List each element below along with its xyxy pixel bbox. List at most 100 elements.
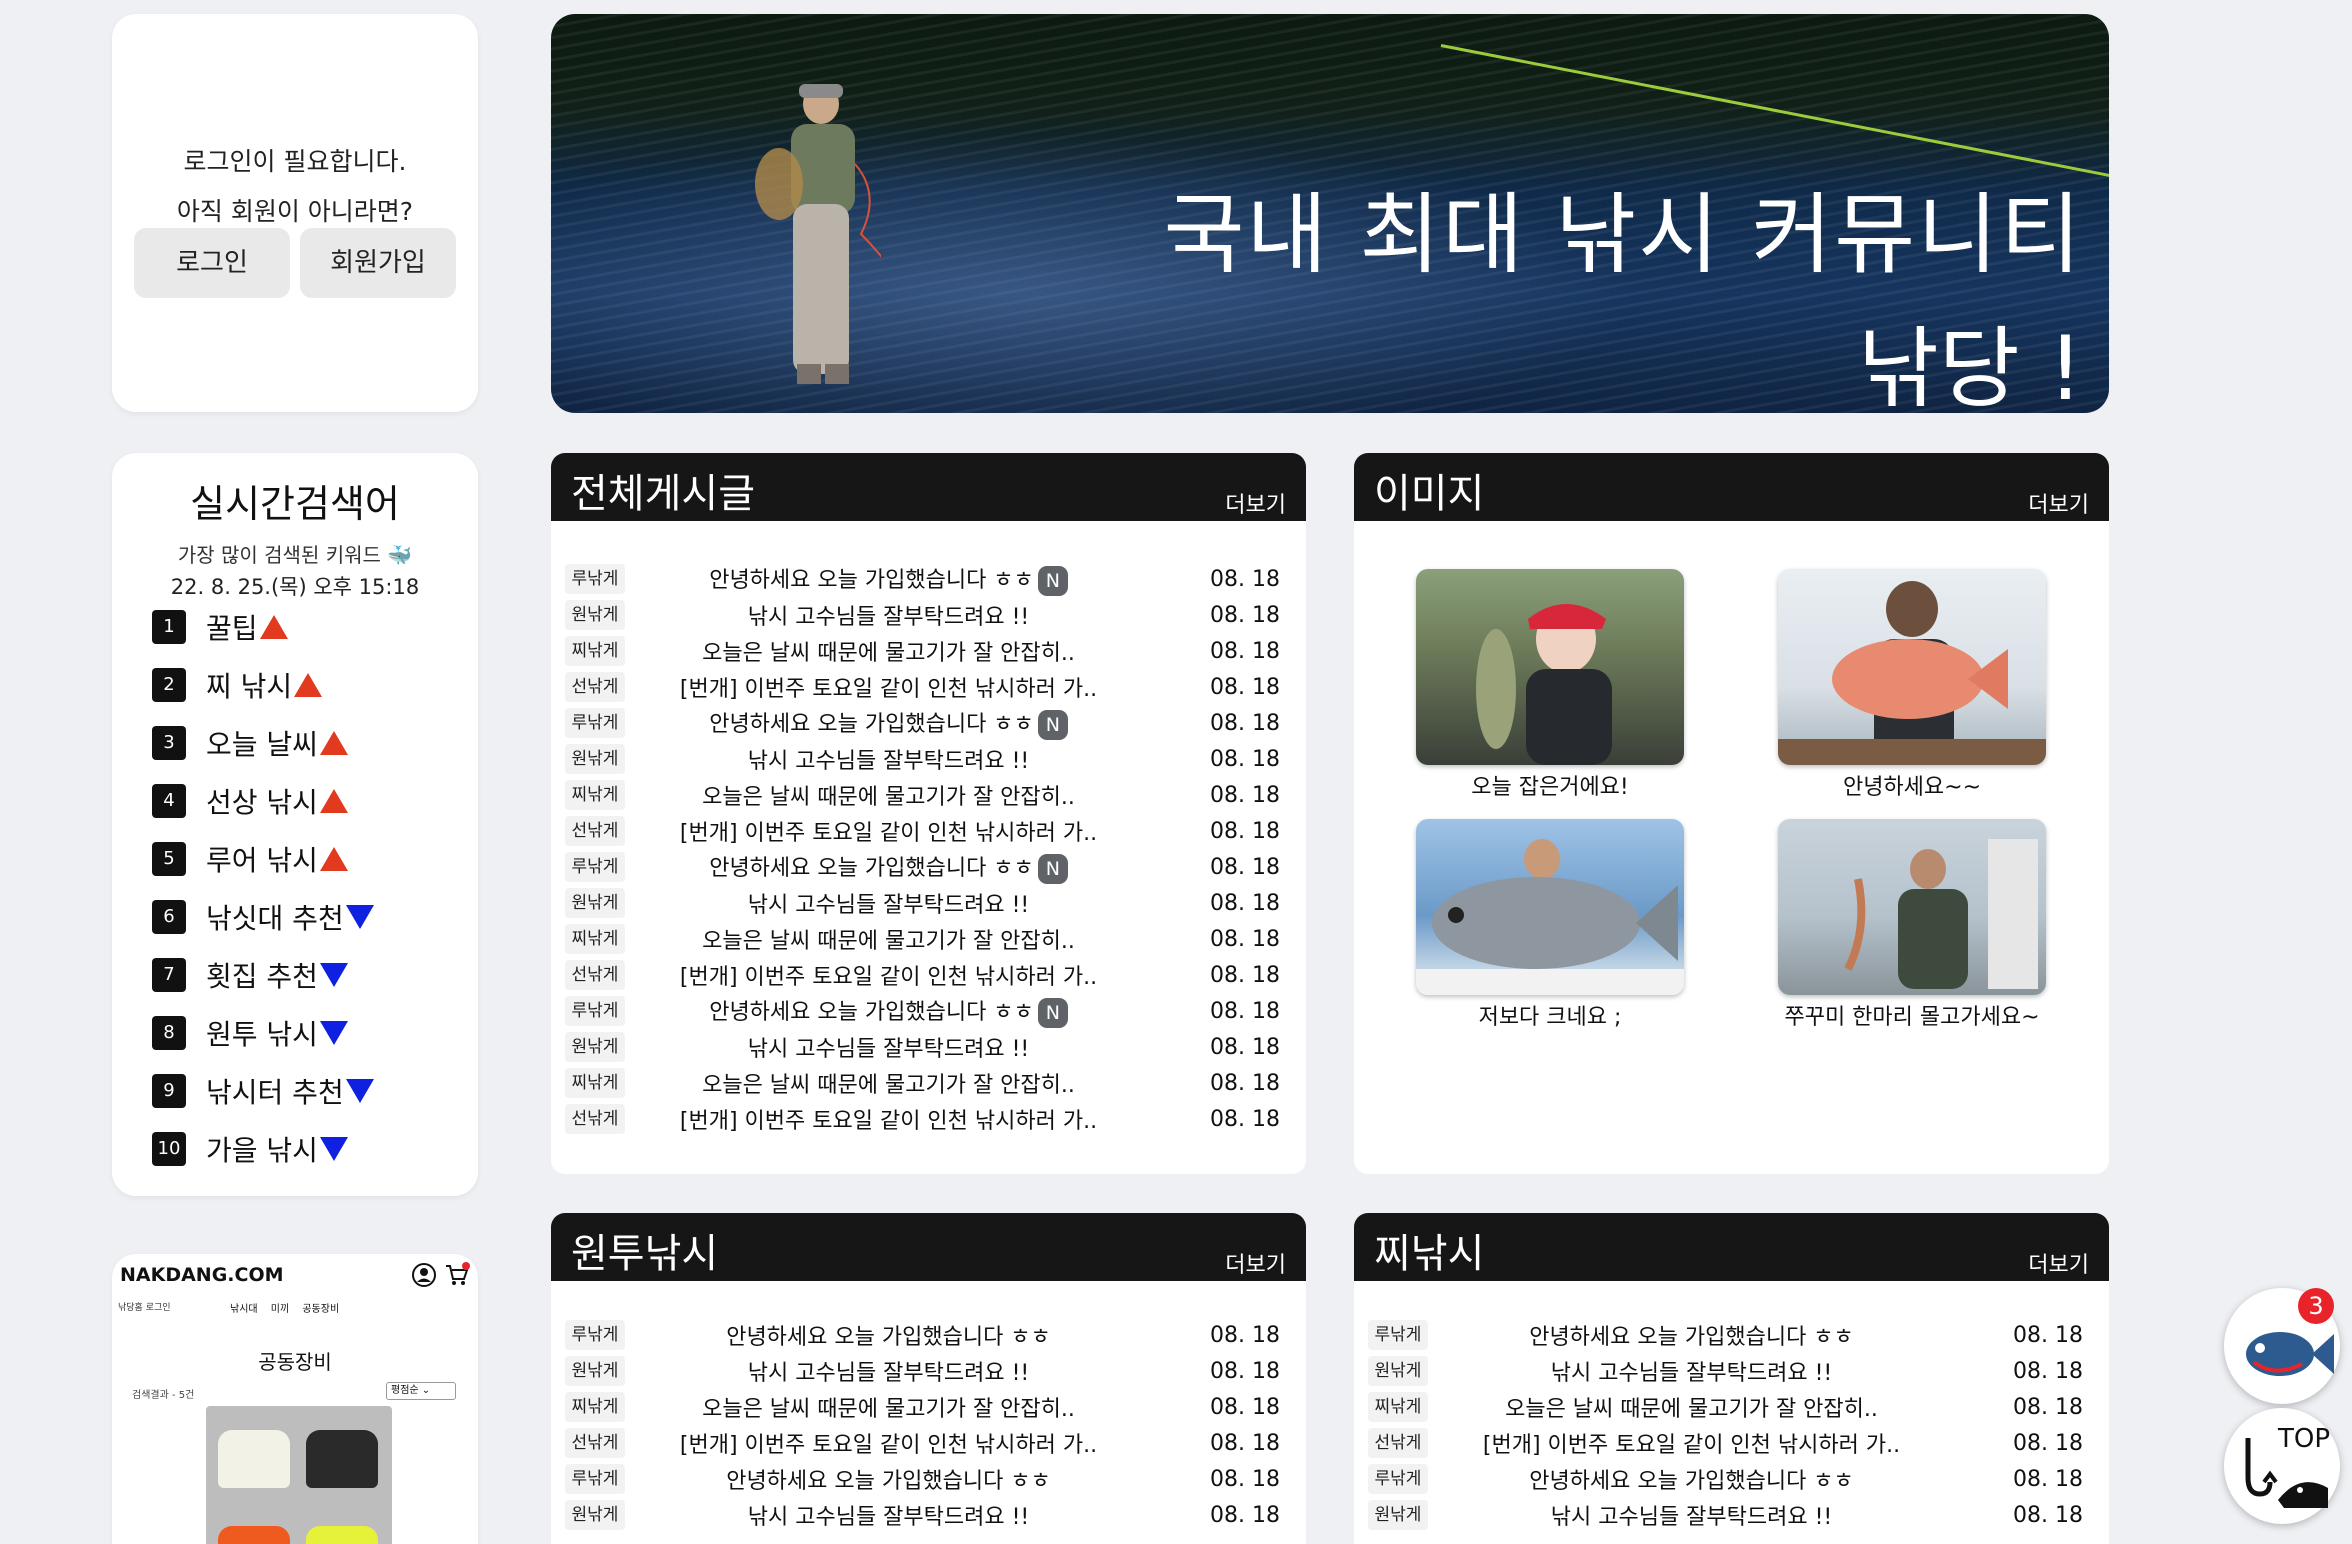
post-category: 찌낚게 bbox=[565, 636, 625, 666]
post-title: [번개] 이번주 토요일 같이 인천 낚시하러 가.. bbox=[679, 821, 1098, 846]
ranking-item[interactable]: 9 낚시터 추천 bbox=[152, 1071, 374, 1111]
board-header: 원투낚시 더보기 bbox=[551, 1213, 1306, 1281]
image-thumb-2[interactable] bbox=[1778, 569, 2046, 765]
post-title: 오늘은 날씨 때문에 물고기가 잘 안잡히.. bbox=[1505, 1397, 1878, 1422]
post-category: 선낚게 bbox=[1368, 1428, 1428, 1458]
post-row[interactable]: 원낚게 낚시 고수님들 잘부탁드려요 !! 08. 18 bbox=[565, 741, 1292, 777]
post-row[interactable]: 원낚게 낚시 고수님들 잘부탁드려요 !! 08. 18 bbox=[1368, 1497, 2095, 1533]
board-wontu-fishing: 원투낚시 더보기 루낚게 안녕하세요 오늘 가입했습니다 ㅎㅎ 08. 18 원낚게 낚… bbox=[551, 1213, 1306, 1544]
post-row[interactable]: 원낚게 낚시 고수님들 잘부탁드려요 !! 08. 18 bbox=[565, 1029, 1292, 1065]
signup-button[interactable]: 회원가입 bbox=[300, 228, 456, 298]
scroll-top-button[interactable]: TOP bbox=[2224, 1408, 2340, 1524]
post-date: 08. 18 bbox=[2013, 1430, 2083, 1456]
post-row[interactable]: 루낚게 안녕하세요 오늘 가입했습니다 ㅎㅎ 08. 18 bbox=[565, 1317, 1292, 1353]
post-title-wrap: 안녕하세요 오늘 가입했습니다 ㅎㅎ bbox=[625, 1463, 1192, 1495]
post-title-wrap: 안녕하세요 오늘 가입했습니다 ㅎㅎ N bbox=[625, 706, 1192, 740]
post-row[interactable]: 원낚게 낚시 고수님들 잘부탁드려요 !! 08. 18 bbox=[565, 1497, 1292, 1533]
post-row[interactable]: 루낚게 안녕하세요 오늘 가입했습니다 ㅎㅎ 08. 18 bbox=[565, 1461, 1292, 1497]
post-title-wrap: 낚시 고수님들 잘부탁드려요 !! bbox=[625, 743, 1192, 775]
shop-preview[interactable]: NAKDANG.COM 낚당홈 로그인 낚시대 미끼 공동장비 공동장비 검색결… bbox=[112, 1254, 478, 1544]
post-row[interactable]: 선낚게 [번개] 이번주 토요일 같이 인천 낚시하러 가.. 08. 18 bbox=[1368, 1425, 2095, 1461]
post-row[interactable]: 선낚게 [번개] 이번주 토요일 같이 인천 낚시하러 가.. 08. 18 bbox=[565, 957, 1292, 993]
post-date: 08. 18 bbox=[1210, 602, 1280, 628]
trend-up-icon bbox=[319, 731, 348, 755]
post-row[interactable]: 루낚게 안녕하세요 오늘 가입했습니다 ㅎㅎ N 08. 18 bbox=[565, 849, 1292, 885]
post-date: 08. 18 bbox=[1210, 1358, 1280, 1384]
post-title: 낚시 고수님들 잘부탁드려요 !! bbox=[747, 893, 1030, 918]
post-row[interactable]: 선낚게 [번개] 이번주 토요일 같이 인천 낚시하러 가.. 08. 18 bbox=[565, 669, 1292, 705]
post-row[interactable]: 원낚게 낚시 고수님들 잘부탁드려요 !! 08. 18 bbox=[565, 1353, 1292, 1389]
post-row[interactable]: 선낚게 [번개] 이번주 토요일 같이 인천 낚시하러 가.. 08. 18 bbox=[565, 813, 1292, 849]
post-row[interactable]: 원낚게 낚시 고수님들 잘부탁드려요 !! 08. 18 bbox=[1368, 1353, 2095, 1389]
ranking-item[interactable]: 4 선상 낚시 bbox=[152, 781, 348, 821]
cart-fab[interactable]: 3 bbox=[2224, 1288, 2340, 1404]
post-date: 08. 18 bbox=[2013, 1502, 2083, 1528]
post-row[interactable]: 루낚게 안녕하세요 오늘 가입했습니다 ㅎㅎ N 08. 18 bbox=[565, 705, 1292, 741]
post-title: 안녕하세요 오늘 가입했습니다 ㅎㅎ bbox=[726, 1325, 1051, 1350]
signup-prompt-text: 아직 회원이 아니라면? bbox=[176, 197, 414, 226]
post-row[interactable]: 찌낚게 오늘은 날씨 때문에 물고기가 잘 안잡히.. 08. 18 bbox=[565, 777, 1292, 813]
rank-number: 4 bbox=[152, 784, 186, 818]
post-category: 찌낚게 bbox=[565, 1068, 625, 1098]
post-row[interactable]: 찌낚게 오늘은 날씨 때문에 물고기가 잘 안잡히.. 08. 18 bbox=[565, 921, 1292, 957]
login-button[interactable]: 로그인 bbox=[134, 228, 290, 298]
image-caption-2: 안녕하세요~~ bbox=[1842, 775, 1982, 800]
ranking-item[interactable]: 3 오늘 날씨 bbox=[152, 723, 348, 763]
preview-sort-select: 평점순 ⌄ bbox=[386, 1382, 456, 1400]
post-title: [번개] 이번주 토요일 같이 인천 낚시하러 가.. bbox=[679, 677, 1098, 702]
post-title-wrap: 낚시 고수님들 잘부탁드려요 !! bbox=[625, 599, 1192, 631]
trend-up-icon bbox=[319, 789, 348, 813]
more-link[interactable]: 더보기 bbox=[1225, 1247, 1286, 1279]
image-thumb-3[interactable] bbox=[1416, 819, 1684, 995]
image-thumb-4[interactable] bbox=[1778, 819, 2046, 995]
post-category: 원낚게 bbox=[565, 1500, 625, 1530]
more-link[interactable]: 더보기 bbox=[2028, 1247, 2089, 1279]
new-badge: N bbox=[1037, 566, 1068, 596]
ranking-item[interactable]: 1 꿀팁 bbox=[152, 607, 288, 647]
ranking-item[interactable]: 10 가을 낚시 bbox=[152, 1129, 348, 1169]
board-images: 이미지 더보기 오늘 잡은거에요! 안녕하세요~~ 저보다 크네요 ; 쭈꾸미 … bbox=[1354, 453, 2109, 1174]
post-row[interactable]: 루낚게 안녕하세요 오늘 가입했습니다 ㅎㅎ 08. 18 bbox=[1368, 1317, 2095, 1353]
post-title: 낚시 고수님들 잘부탁드려요 !! bbox=[1550, 1361, 1833, 1386]
ranking-item[interactable]: 7 횟집 추천 bbox=[152, 955, 348, 995]
post-row[interactable]: 찌낚게 오늘은 날씨 때문에 물고기가 잘 안잡히.. 08. 18 bbox=[565, 1065, 1292, 1101]
trend-up-icon bbox=[294, 673, 323, 697]
trend-down-icon bbox=[319, 1137, 348, 1161]
post-row[interactable]: 루낚게 안녕하세요 오늘 가입했습니다 ㅎㅎ N 08. 18 bbox=[565, 561, 1292, 597]
ranking-item[interactable]: 5 루어 낚시 bbox=[152, 839, 348, 879]
image-caption-3: 저보다 크네요 ; bbox=[1478, 1005, 1622, 1030]
preview-page-title: 공동장비 bbox=[258, 1350, 332, 1374]
post-row[interactable]: 루낚게 안녕하세요 오늘 가입했습니다 ㅎㅎ N 08. 18 bbox=[565, 993, 1292, 1029]
post-title: 안녕하세요 오늘 가입했습니다 ㅎㅎ bbox=[709, 856, 1034, 881]
post-row[interactable]: 원낚게 낚시 고수님들 잘부탁드려요 !! 08. 18 bbox=[565, 885, 1292, 921]
photo-man-with-octopus bbox=[1844, 839, 2038, 989]
ranking-item[interactable]: 2 찌 낚시 bbox=[152, 665, 323, 705]
post-title-wrap: 오늘은 날씨 때문에 물고기가 잘 안잡히.. bbox=[1428, 1391, 1995, 1423]
ranking-item[interactable]: 6 낚싯대 추천 bbox=[152, 897, 374, 937]
post-category: 선낚게 bbox=[565, 672, 625, 702]
more-link[interactable]: 더보기 bbox=[2028, 487, 2089, 519]
ranking-item[interactable]: 8 원투 낚시 bbox=[152, 1013, 348, 1053]
post-title-wrap: [번개] 이번주 토요일 같이 인천 낚시하러 가.. bbox=[625, 815, 1192, 847]
post-date: 08. 18 bbox=[1210, 818, 1280, 844]
post-row[interactable]: 선낚게 [번개] 이번주 토요일 같이 인천 낚시하러 가.. 08. 18 bbox=[565, 1425, 1292, 1461]
post-row[interactable]: 찌낚게 오늘은 날씨 때문에 물고기가 잘 안잡히.. 08. 18 bbox=[565, 1389, 1292, 1425]
more-link[interactable]: 더보기 bbox=[1225, 487, 1286, 519]
post-title: 오늘은 날씨 때문에 물고기가 잘 안잡히.. bbox=[702, 785, 1075, 810]
post-date: 08. 18 bbox=[1210, 1466, 1280, 1492]
post-row[interactable]: 루낚게 안녕하세요 오늘 가입했습니다 ㅎㅎ 08. 18 bbox=[1368, 1461, 2095, 1497]
post-row[interactable]: 찌낚게 오늘은 날씨 때문에 물고기가 잘 안잡히.. 08. 18 bbox=[1368, 1389, 2095, 1425]
post-date: 08. 18 bbox=[1210, 566, 1280, 592]
image-thumb-1[interactable] bbox=[1416, 569, 1684, 765]
post-category: 루낚게 bbox=[1368, 1464, 1428, 1494]
board-jji-fishing: 찌낚시 더보기 루낚게 안녕하세요 오늘 가입했습니다 ㅎㅎ 08. 18 원낚게 낚시… bbox=[1354, 1213, 2109, 1544]
post-title-wrap: [번개] 이번주 토요일 같이 인천 낚시하러 가.. bbox=[625, 1427, 1192, 1459]
preview-sort-value: 평점순 bbox=[391, 1385, 419, 1396]
rank-number: 6 bbox=[152, 900, 186, 934]
post-row[interactable]: 찌낚게 오늘은 날씨 때문에 물고기가 잘 안잡히.. 08. 18 bbox=[565, 633, 1292, 669]
post-category: 루낚게 bbox=[565, 852, 625, 882]
post-row[interactable]: 선낚게 [번개] 이번주 토요일 같이 인천 낚시하러 가.. 08. 18 bbox=[565, 1101, 1292, 1137]
post-title-wrap: 낚시 고수님들 잘부탁드려요 !! bbox=[1428, 1355, 1995, 1387]
post-title-wrap: 안녕하세요 오늘 가입했습니다 ㅎㅎ bbox=[625, 1319, 1192, 1351]
post-row[interactable]: 원낚게 낚시 고수님들 잘부탁드려요 !! 08. 18 bbox=[565, 597, 1292, 633]
